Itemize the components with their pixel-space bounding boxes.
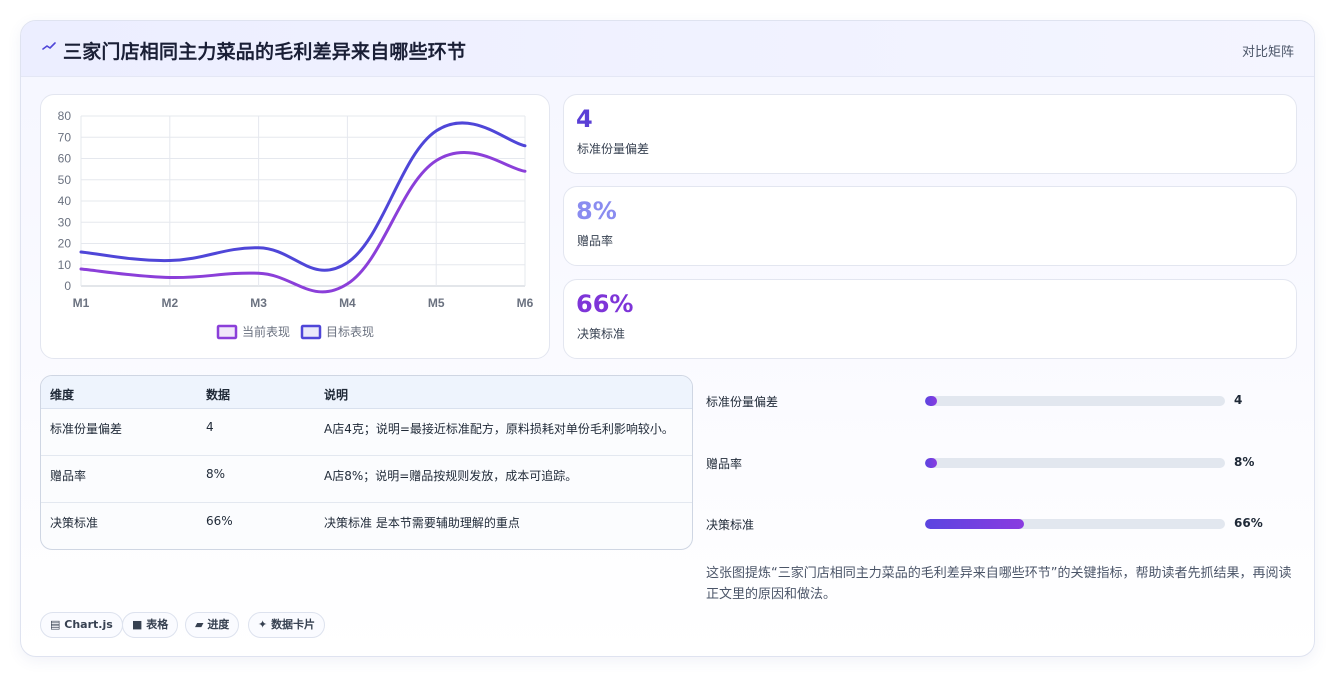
table-icon: ■ (132, 618, 143, 631)
progress-track (925, 458, 1225, 468)
compare-matrix-link[interactable]: 对比矩阵 (1242, 41, 1294, 60)
y-tick-label: 0 (64, 279, 71, 293)
stat-card: 8% 赠品率 (563, 186, 1297, 266)
card-header: 三家门店相同主力菜品的毛利差异来自哪些环节 对比矩阵 (21, 21, 1314, 77)
y-tick-label: 20 (58, 237, 72, 251)
progress-label: 标准份量偏差 (706, 395, 779, 409)
table-header-cell: 说明 (324, 388, 349, 402)
progress-row: 决策标准 66% (706, 514, 1306, 534)
legend-label: 当前表现 (242, 324, 290, 339)
x-tick-label: M5 (428, 296, 445, 310)
progress-value: 66% (1234, 516, 1263, 530)
table-cell: A店8%；说明=赠品按规则发放，成本可追踪。 (324, 469, 578, 483)
y-tick-label: 10 (58, 258, 72, 272)
progress-fill (925, 458, 937, 468)
metrics-table: 维度 数据 说明 标准份量偏差 4 A店4克；说明=最接近标准配方，原料损耗对单… (40, 375, 693, 550)
x-tick-label: M1 (73, 296, 90, 310)
x-tick-label: M6 (517, 296, 534, 310)
tag-data-card[interactable]: ✦ 数据卡片 (248, 612, 326, 638)
stat-label: 决策标准 (577, 327, 626, 341)
progress-track (925, 519, 1225, 529)
progress-icon: ▰ (195, 618, 204, 631)
tag-label: Chart.js (64, 618, 113, 631)
x-tick-label: M4 (339, 296, 356, 310)
stat-label: 赠品率 (577, 234, 614, 248)
stat-value: 66% (576, 290, 634, 318)
line-chart-svg: 0 10 20 30 40 50 60 70 80 M1 M2 M3 M4 M5 M6 当前表现 目标表现 (58, 109, 534, 340)
table-header-cell: 维度 (50, 388, 75, 402)
stat-card: 66% 决策标准 (563, 279, 1297, 359)
table-cell: A店4克；说明=最接近标准配方，原料损耗对单份毛利影响较小。 (324, 422, 674, 436)
progress-value: 4 (1234, 393, 1243, 407)
legend-swatch (300, 324, 322, 340)
y-tick-label: 50 (58, 173, 72, 187)
progress-fill (925, 519, 1024, 529)
legend-label: 目标表现 (326, 325, 374, 339)
tag-table[interactable]: ■ 表格 (122, 612, 179, 638)
tag-label: 表格 (146, 618, 169, 631)
table-cell: 标准份量偏差 (50, 422, 123, 436)
tag-label: 数据卡片 (271, 618, 316, 631)
table-cell: 赠品率 (50, 469, 87, 483)
x-tick-label: M2 (161, 296, 178, 310)
stat-value: 8% (576, 197, 617, 225)
table-cell: 决策标准 是本节需要辅助理解的重点 (324, 516, 520, 530)
progress-track (925, 396, 1225, 406)
x-tick-label: M3 (250, 296, 267, 310)
tag-chartjs[interactable]: ▤ Chart.js (40, 612, 123, 638)
y-tick-label: 70 (58, 130, 72, 144)
table-cell: 决策标准 (50, 516, 99, 530)
sparkle-icon: ✦ (258, 618, 268, 631)
table-header-cell: 数据 (206, 388, 231, 402)
y-tick-label: 40 (58, 194, 72, 208)
series-line (79, 121, 527, 272)
legend-swatch (216, 324, 238, 340)
page-title: 三家门店相同主力菜品的毛利差异来自哪些环节 (63, 41, 467, 63)
stat-card: 4 标准份量偏差 (563, 94, 1297, 174)
progress-row: 赠品率 8% (706, 453, 1306, 473)
stat-label: 标准份量偏差 (577, 142, 650, 156)
y-tick-label: 30 (58, 215, 72, 229)
dashboard-card: 三家门店相同主力菜品的毛利差异来自哪些环节 对比矩阵 0 10 20 30 40 50 60… (20, 20, 1315, 657)
table-header: 维度 数据 说明 (41, 376, 692, 409)
table-row: 决策标准 66% 决策标准 是本节需要辅助理解的重点 (41, 503, 692, 549)
tag-label: 进度 (207, 618, 230, 631)
y-tick-label: 60 (58, 152, 72, 166)
progress-fill (925, 396, 937, 406)
stat-value: 4 (576, 105, 593, 133)
summary-text: 这张图提炼“三家门店相同主力菜品的毛利差异来自哪些环节”的关键指标，帮助读者先抓… (706, 566, 1292, 602)
tag-progress[interactable]: ▰ 进度 (185, 612, 240, 638)
chart-icon: ▤ (50, 618, 61, 631)
table-cell: 8% (206, 467, 226, 481)
progress-value: 8% (1234, 455, 1255, 469)
y-tick-label: 80 (58, 109, 72, 123)
progress-label: 决策标准 (706, 518, 755, 532)
table-cell: 4 (206, 420, 214, 434)
table-row: 赠品率 8% A店8%；说明=赠品按规则发放，成本可追踪。 (41, 456, 692, 503)
table-row: 标准份量偏差 4 A店4克；说明=最接近标准配方，原料损耗对单份毛利影响较小。 (41, 409, 692, 456)
line-chart: 0 10 20 30 40 50 60 70 80 M1 M2 M3 M4 M5 M6 当前表现 目标表现 (40, 94, 550, 359)
trend-icon (42, 42, 56, 50)
progress-label: 赠品率 (706, 457, 743, 471)
progress-row: 标准份量偏差 4 (706, 391, 1306, 411)
table-cell: 66% (206, 514, 233, 528)
